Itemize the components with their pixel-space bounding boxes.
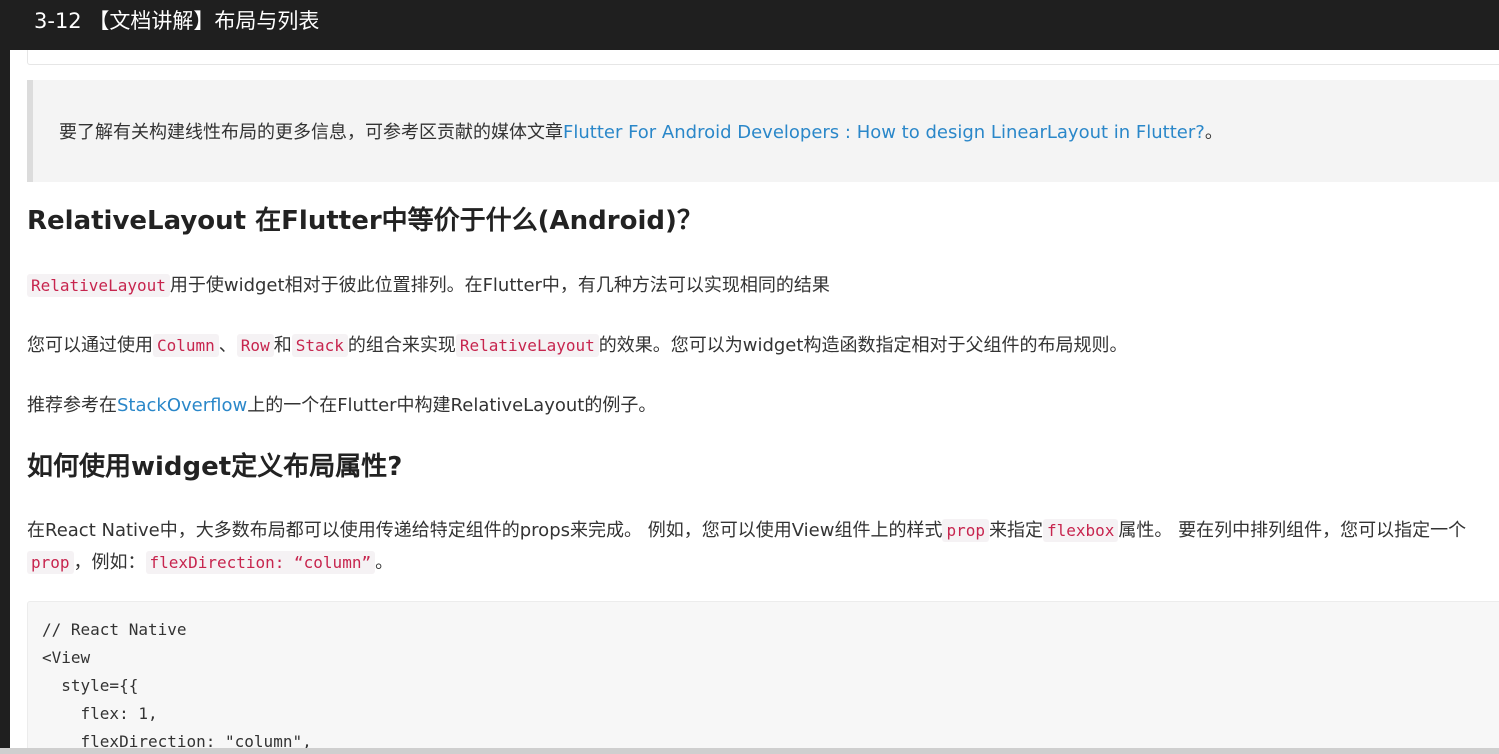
relativelayout-paragraph-1: RelativeLayout 用于使widget相对于彼此位置排列。在Flutte… bbox=[27, 270, 830, 302]
paragraph-text: 属性。 要在列中排列组件，您可以指定一个 bbox=[1118, 520, 1467, 541]
code-block[interactable]: // React Native <View style={{ flex: 1, … bbox=[27, 601, 1499, 748]
inline-code-prop: prop bbox=[27, 551, 74, 574]
paragraph-text: 您可以通过使用 bbox=[27, 335, 153, 356]
paragraph-text: 用于使widget相对于彼此位置排列。在Flutter中，有几种方法可以实现相同… bbox=[169, 275, 830, 296]
paragraph-text: 和 bbox=[273, 335, 292, 356]
inline-code-prop: prop bbox=[942, 519, 989, 542]
paragraph-text: 来指定 bbox=[988, 520, 1043, 541]
layout-properties-paragraph: 在React Native中，大多数布局都可以使用传递给特定组件的props来完… bbox=[27, 515, 1487, 579]
code-line: // React Native bbox=[42, 620, 187, 639]
inline-code-flexbox: flexbox bbox=[1042, 519, 1119, 542]
inline-code-relativelayout: RelativeLayout bbox=[455, 334, 599, 357]
paragraph-text: 推荐参考在 bbox=[27, 395, 117, 416]
relativelayout-paragraph-3: 推荐参考在StackOverflow上的一个在Flutter中构建Relativ… bbox=[27, 390, 656, 422]
code-line: flexDirection: "column", bbox=[42, 732, 312, 748]
inline-code-flexdirection: flexDirection: “column” bbox=[145, 551, 376, 574]
bottom-edge-bar bbox=[0, 748, 1499, 754]
code-line: style={{ bbox=[42, 676, 139, 695]
relativelayout-heading: RelativeLayout 在Flutter中等价于什么(Android)？ bbox=[27, 206, 703, 236]
paragraph-text: 在React Native中，大多数布局都可以使用传递给特定组件的props来完… bbox=[27, 520, 943, 541]
linear-layout-article-link[interactable]: Flutter For Android Developers : How to … bbox=[563, 122, 1205, 143]
paragraph-text: 的效果。您可以为widget构造函数指定相对于父组件的布局规则。 bbox=[598, 335, 1128, 356]
blockquote-suffix: 。 bbox=[1204, 122, 1223, 143]
info-blockquote: 要了解有关构建线性布局的更多信息，可参考区贡献的媒体文章Flutter For … bbox=[27, 80, 1499, 182]
layout-properties-heading: 如何使用widget定义布局属性? bbox=[27, 452, 403, 482]
document-content[interactable]: 要了解有关构建线性布局的更多信息，可参考区贡献的媒体文章Flutter For … bbox=[10, 50, 1499, 748]
previous-code-block-edge bbox=[27, 50, 1499, 65]
paragraph-text: 的组合来实现 bbox=[347, 335, 456, 356]
blockquote-text: 要了解有关构建线性布局的更多信息，可参考区贡献的媒体文章 bbox=[59, 122, 563, 143]
window-title: 3-12 【文档讲解】布局与列表 bbox=[34, 9, 320, 33]
code-line: <View bbox=[42, 648, 91, 667]
paragraph-text: 上的一个在Flutter中构建RelativeLayout的例子。 bbox=[247, 395, 657, 416]
code-line: flex: 1, bbox=[42, 704, 158, 723]
paragraph-text: 。 bbox=[375, 552, 394, 573]
app-window: 3-12 【文档讲解】布局与列表 要了解有关构建线性布局的更多信息，可参考区贡献… bbox=[0, 0, 1499, 754]
inline-code-row: Row bbox=[236, 334, 274, 357]
paragraph-text: ，例如： bbox=[73, 552, 146, 573]
inline-code-column: Column bbox=[153, 334, 219, 357]
paragraph-text: 、 bbox=[218, 335, 237, 356]
inline-code-stack: Stack bbox=[291, 334, 348, 357]
relativelayout-paragraph-2: 您可以通过使用 Column、 Row 和 Stack 的组合来实现 RelativeLay… bbox=[27, 330, 1127, 362]
stackoverflow-link[interactable]: StackOverflow bbox=[117, 395, 247, 416]
inline-code: RelativeLayout bbox=[27, 274, 170, 297]
window-title-bar: 3-12 【文档讲解】布局与列表 bbox=[0, 0, 1499, 50]
